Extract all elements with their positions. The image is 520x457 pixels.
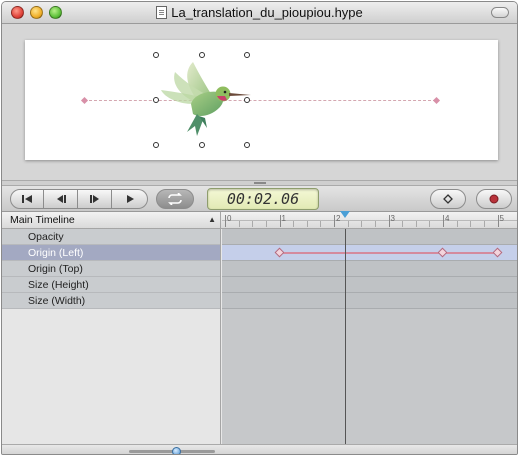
step-forward-icon <box>89 195 99 203</box>
property-label: Size (Height) <box>28 279 89 291</box>
timecode-display: 00:02.06 <box>207 188 319 210</box>
selection-handle-bottom[interactable] <box>199 142 205 148</box>
property-label: Size (Width) <box>28 295 86 307</box>
property-label: Origin (Left) <box>28 247 84 259</box>
ruler-major-tick <box>388 215 390 227</box>
step-forward-button[interactable] <box>78 189 112 209</box>
app-window: La_translation_du_pioupiou.hype 00:02.06… <box>1 1 518 455</box>
property-row[interactable]: Origin (Left) <box>2 245 220 261</box>
ruler-minor-tick <box>415 221 417 227</box>
property-label: Opacity <box>28 231 64 243</box>
diamond-icon <box>443 194 453 204</box>
ruler-major-tick <box>225 215 226 227</box>
ruler-minor-tick <box>252 221 254 227</box>
selection-handle-top-left[interactable] <box>153 52 159 58</box>
record-icon <box>489 194 499 204</box>
ruler-major-tick <box>443 215 444 227</box>
timeline-tracks[interactable] <box>222 229 517 444</box>
ruler-minor-tick <box>347 221 349 227</box>
ruler-tick-label: 1 <box>281 214 286 223</box>
timeline-header: Main Timeline ▲ 012345 <box>2 211 517 229</box>
play-icon <box>126 195 134 203</box>
loop-button[interactable] <box>156 189 194 209</box>
property-row[interactable]: Opacity <box>2 229 220 245</box>
chevron-up-down-icon: ▲ <box>208 215 216 224</box>
selection-handle-right[interactable] <box>244 97 250 103</box>
toolbar-toggle-icon[interactable] <box>491 7 509 18</box>
property-row[interactable]: Size (Height) <box>2 277 220 293</box>
timeline-track-row[interactable] <box>222 261 517 277</box>
ruler-tick-label: 5 <box>499 214 504 223</box>
ruler-minor-tick <box>470 221 472 227</box>
playhead-handle[interactable] <box>339 211 350 218</box>
skip-to-start-icon <box>22 195 32 203</box>
selection-handle-top[interactable] <box>199 52 205 58</box>
property-row[interactable]: Size (Width) <box>2 293 220 309</box>
timeline-track-row[interactable] <box>222 293 517 309</box>
selection-handle-top-right[interactable] <box>244 52 250 58</box>
motion-path-start-point[interactable] <box>80 96 89 105</box>
ruler-major-tick <box>497 215 499 227</box>
ruler-minor-tick <box>361 221 363 227</box>
add-keyframe-button[interactable] <box>430 189 466 209</box>
hummingbird-icon[interactable] <box>153 56 253 142</box>
ruler-minor-tick <box>306 221 308 227</box>
ruler-minor-tick <box>238 221 240 227</box>
ruler-minor-tick <box>456 221 458 227</box>
step-back-button[interactable] <box>44 189 78 209</box>
title-bar[interactable]: La_translation_du_pioupiou.hype <box>2 2 517 24</box>
splitter-grip-icon[interactable] <box>254 182 266 184</box>
loop-icon <box>168 193 182 205</box>
scene-canvas[interactable] <box>25 40 498 160</box>
document-icon <box>156 6 168 19</box>
motion-path <box>84 100 436 101</box>
step-back-icon <box>56 195 66 203</box>
keyframe-transition[interactable] <box>443 252 498 254</box>
ruler-minor-tick <box>402 221 404 227</box>
motion-path-end-point[interactable] <box>432 96 441 105</box>
property-row[interactable]: Origin (Top) <box>2 261 220 277</box>
scene-editor <box>2 24 517 180</box>
selection-handle-left[interactable] <box>153 97 159 103</box>
ruler-minor-tick <box>429 221 431 227</box>
timeline-track-row[interactable] <box>222 229 517 245</box>
keyframe-transition[interactable] <box>279 252 443 254</box>
record-button[interactable] <box>476 189 512 209</box>
selection-handle-bottom-right[interactable] <box>244 142 250 148</box>
ruler-minor-tick <box>374 221 376 227</box>
timeline-footer <box>2 444 517 454</box>
playhead-line[interactable] <box>344 229 346 444</box>
timeline-zoom-slider[interactable] <box>129 447 215 454</box>
window-title-wrap: La_translation_du_pioupiou.hype <box>2 5 517 20</box>
timeline-track-row[interactable] <box>222 277 517 293</box>
go-to-start-button[interactable] <box>10 189 44 209</box>
timeline-zoom-knob[interactable] <box>172 447 182 454</box>
ruler-minor-tick <box>265 221 267 227</box>
ruler-minor-tick <box>483 221 485 227</box>
playback-toolbar: 00:02.06 <box>2 186 517 212</box>
ruler-major-tick <box>334 215 335 227</box>
ruler-minor-tick <box>320 221 322 227</box>
ruler-tick-label: 3 <box>390 214 395 223</box>
play-button[interactable] <box>112 189 148 209</box>
timeline-selector-label: Main Timeline <box>10 214 75 226</box>
window-title: La_translation_du_pioupiou.hype <box>171 5 363 20</box>
time-ruler[interactable]: 012345 <box>222 211 517 228</box>
ruler-tick-label: 0 <box>227 214 232 223</box>
ruler-tick-label: 4 <box>445 214 450 223</box>
ruler-minor-tick <box>293 221 295 227</box>
selection-handle-bottom-left[interactable] <box>153 142 159 148</box>
timeline-selector[interactable]: Main Timeline ▲ <box>2 212 221 228</box>
property-label: Origin (Top) <box>28 263 83 275</box>
property-list: Opacity Origin (Left) Origin (Top) Size (He… <box>2 229 221 444</box>
ruler-major-tick <box>279 215 281 227</box>
